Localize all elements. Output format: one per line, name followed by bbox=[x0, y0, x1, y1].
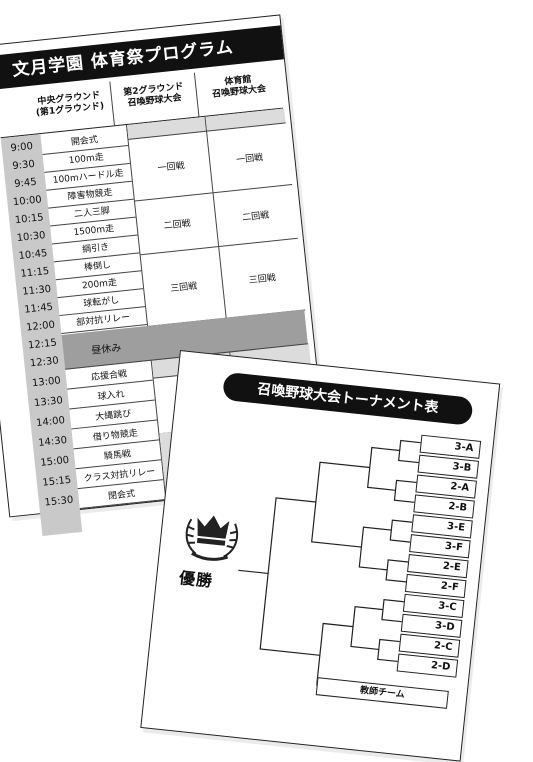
tournament-sheet: 召喚野球大会トーナメント表 3-A 3-B 2-A 2-B 3-E 3-F 2-… bbox=[140, 350, 501, 762]
round1-cell: 一回戦 bbox=[206, 122, 293, 194]
time-label: 10:45 bbox=[18, 248, 48, 262]
time-label: 11:15 bbox=[20, 265, 50, 280]
time-label: 15:00 bbox=[39, 454, 70, 469]
time-label: 9:00 bbox=[10, 140, 34, 155]
time-label: 11:30 bbox=[21, 283, 52, 298]
round3-cell: 三回戦 bbox=[140, 245, 227, 327]
time-label: 15:15 bbox=[41, 474, 72, 489]
time-label: 12:00 bbox=[25, 319, 56, 334]
header-central-ground: 中央グラウンド (第1グラウンド) bbox=[35, 90, 105, 119]
time-label: 14:00 bbox=[35, 415, 66, 430]
winner-label: 優勝 bbox=[178, 568, 215, 591]
round3-cell: 三回戦 bbox=[219, 237, 306, 319]
round2-cell: 二回戦 bbox=[134, 192, 220, 256]
round2-cell: 二回戦 bbox=[213, 184, 298, 247]
time-label: 10:15 bbox=[14, 212, 45, 227]
time-label: 13:30 bbox=[33, 395, 64, 410]
time-label: 12:15 bbox=[27, 337, 58, 352]
time-label: 9:30 bbox=[11, 158, 36, 173]
header-gym: 体育館 召喚野球大会 bbox=[193, 63, 283, 117]
time-label: 15:30 bbox=[44, 494, 74, 509]
time-label: 11:45 bbox=[23, 301, 54, 316]
round1-cell: 一回戦 bbox=[128, 130, 214, 202]
time-label: 14:30 bbox=[37, 434, 68, 449]
time-label: 12:30 bbox=[29, 355, 60, 370]
time-label: 10:00 bbox=[12, 194, 43, 209]
time-label: 10:30 bbox=[16, 230, 47, 245]
lunch-break-label: 昼休み bbox=[90, 342, 122, 357]
time-label: 9:45 bbox=[13, 176, 38, 191]
header-second-ground: 第2グラウンド 召喚野球大会 bbox=[109, 72, 199, 126]
time-label: 13:00 bbox=[31, 375, 62, 390]
crown-laurel-icon bbox=[185, 515, 239, 561]
